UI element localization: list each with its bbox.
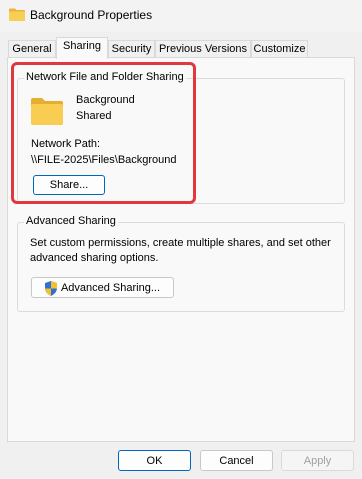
network-sharing-legend: Network File and Folder Sharing — [24, 71, 186, 83]
advanced-sharing-button-label: Advanced Sharing... — [60, 281, 161, 294]
tab-previous-versions[interactable]: Previous Versions — [155, 40, 251, 58]
folder-icon — [9, 8, 25, 21]
advanced-sharing-description-line2: advanced sharing options. — [30, 252, 159, 264]
folder-share-status: Shared — [76, 110, 112, 122]
network-sharing-group: Network File and Folder Sharing Backgrou… — [17, 71, 345, 204]
window-title: Background Properties — [30, 8, 153, 22]
advanced-sharing-button[interactable]: Advanced Sharing... — [31, 277, 174, 298]
tab-sharing[interactable]: Sharing — [56, 37, 108, 59]
tab-general[interactable]: General — [8, 40, 56, 58]
shared-folder-icon — [31, 98, 63, 125]
network-path-label: Network Path: — [31, 138, 101, 150]
advanced-sharing-legend: Advanced Sharing — [24, 215, 118, 227]
title-bar: Background Properties — [0, 0, 362, 32]
tab-customize[interactable]: Customize — [251, 40, 308, 58]
apply-button[interactable]: Apply — [281, 450, 354, 471]
uac-shield-icon — [45, 281, 57, 296]
ok-button[interactable]: OK — [118, 450, 191, 471]
tab-security[interactable]: Security — [108, 40, 155, 58]
advanced-sharing-description-line1: Set custom permissions, create multiple … — [30, 237, 331, 249]
cancel-button[interactable]: Cancel — [200, 450, 273, 471]
share-button[interactable]: Share... — [33, 175, 105, 195]
advanced-sharing-group: Advanced Sharing Set custom permissions,… — [17, 215, 345, 312]
sharing-panel: Network File and Folder Sharing Backgrou… — [7, 57, 355, 442]
network-path-value: \\FILE-2025\Files\Background — [31, 154, 177, 166]
folder-name: Background — [76, 94, 135, 106]
